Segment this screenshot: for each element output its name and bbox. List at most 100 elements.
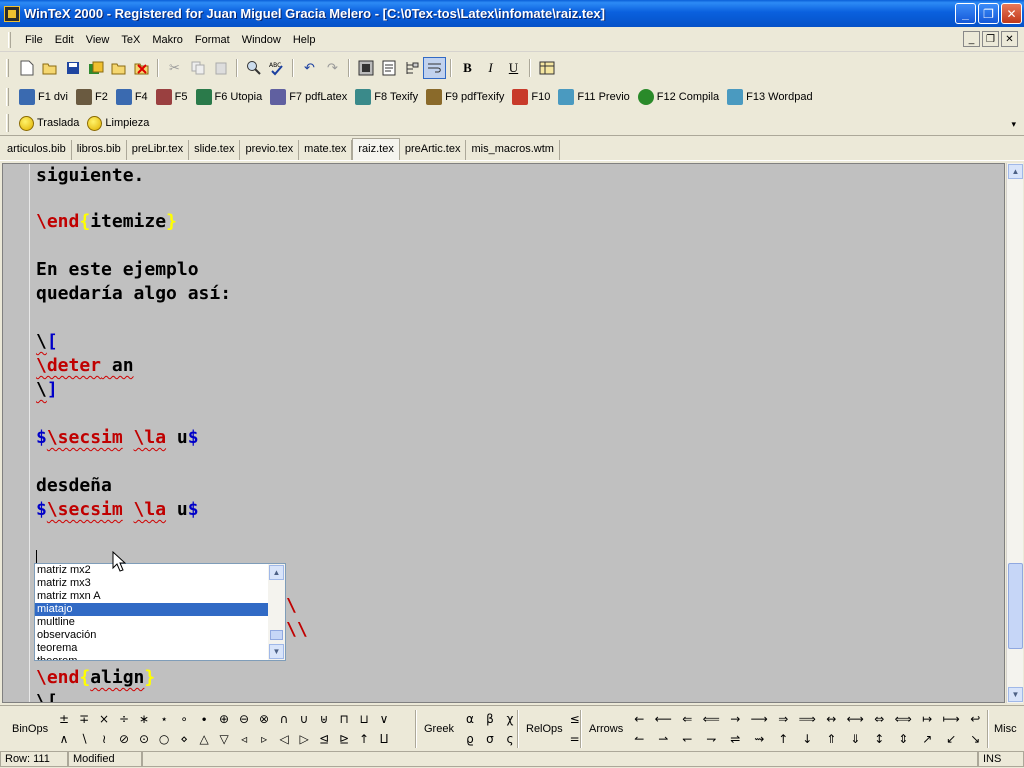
f8-texify-button[interactable]: F8 Texify xyxy=(351,86,422,108)
toolbar-grip[interactable] xyxy=(6,87,9,106)
arrow-symbol-button[interactable]: ⇑ xyxy=(821,729,841,749)
spellcheck-icon[interactable]: ABC xyxy=(265,57,288,79)
close-button[interactable]: ✕ xyxy=(1001,3,1022,24)
tab-preartic-tex[interactable]: preArtic.tex xyxy=(400,140,467,160)
doc-restore-button[interactable]: ❐ xyxy=(982,31,999,47)
binop-symbol-button[interactable]: ∖ xyxy=(74,729,94,749)
binop-symbol-button[interactable]: ± xyxy=(54,709,74,729)
binop-symbol-button[interactable]: ⊘ xyxy=(114,729,134,749)
arrow-symbol-button[interactable]: ⟵ xyxy=(653,709,673,729)
greek-label[interactable]: Greek xyxy=(418,723,460,735)
scrollbar-thumb[interactable] xyxy=(1008,563,1023,649)
word-wrap-icon[interactable] xyxy=(423,57,446,79)
binop-symbol-button[interactable]: ∗ xyxy=(134,709,154,729)
tab-prelibr-tex[interactable]: preLibr.tex xyxy=(127,140,190,160)
arrows-label[interactable]: Arrows xyxy=(583,723,629,735)
binop-symbol-button[interactable]: ○ xyxy=(154,729,174,749)
binop-symbol-button[interactable]: ◃ xyxy=(234,729,254,749)
menu-format[interactable]: Format xyxy=(189,32,236,48)
greek-symbol-button[interactable]: β xyxy=(480,709,500,729)
f10-button[interactable]: F10 xyxy=(508,86,554,108)
binop-symbol-button[interactable]: ⋆ xyxy=(154,709,174,729)
tab-slide-tex[interactable]: slide.tex xyxy=(189,140,241,160)
greek-symbol-button[interactable]: σ xyxy=(480,729,500,749)
arrow-symbol-button[interactable]: ⇝ xyxy=(749,729,769,749)
save-icon[interactable] xyxy=(61,57,84,79)
menu-window[interactable]: Window xyxy=(236,32,287,48)
f5-button[interactable]: F5 xyxy=(152,86,192,108)
arrow-symbol-button[interactable]: ⟺ xyxy=(893,709,913,729)
arrow-symbol-button[interactable]: ⟼ xyxy=(941,709,961,729)
binop-symbol-button[interactable]: △ xyxy=(194,729,214,749)
binop-symbol-button[interactable]: ▷ xyxy=(294,729,314,749)
menu-help[interactable]: Help xyxy=(287,32,322,48)
greek-symbol-button[interactable]: ϱ xyxy=(460,729,480,749)
autocomplete-list[interactable]: matriz mx2 matriz mx3 matriz mxn A miata… xyxy=(34,563,286,661)
menu-grip[interactable] xyxy=(8,31,11,48)
binop-symbol-button[interactable]: ⊎ xyxy=(314,709,334,729)
scroll-up-arrow-icon[interactable]: ▲ xyxy=(1008,164,1023,179)
binop-symbol-button[interactable]: ÷ xyxy=(114,709,134,729)
scroll-down-arrow-icon[interactable]: ▼ xyxy=(269,644,284,659)
macro-icon[interactable] xyxy=(354,57,377,79)
binop-symbol-button[interactable]: ⊙ xyxy=(134,729,154,749)
arrow-symbol-button[interactable]: ↑ xyxy=(773,729,793,749)
binop-symbol-button[interactable]: ◁ xyxy=(274,729,294,749)
list-item[interactable]: matriz mx2 xyxy=(35,564,269,577)
f7-pdflatex-button[interactable]: F7 pdfLatex xyxy=(266,86,351,108)
arrow-symbol-button[interactable]: ⇓ xyxy=(845,729,865,749)
minimize-button[interactable]: _ xyxy=(955,3,976,24)
binop-symbol-button[interactable]: ≀ xyxy=(94,729,114,749)
arrow-symbol-button[interactable]: ← xyxy=(629,709,649,729)
f1-dvi-button[interactable]: F1 dvi xyxy=(15,86,72,108)
new-file-icon[interactable] xyxy=(15,57,38,79)
arrow-symbol-button[interactable]: ↓ xyxy=(797,729,817,749)
list-item[interactable]: teorema xyxy=(35,642,269,655)
binop-symbol-button[interactable]: ⊗ xyxy=(254,709,274,729)
f2-button[interactable]: F2 xyxy=(72,86,112,108)
binop-symbol-button[interactable]: ▹ xyxy=(254,729,274,749)
doc-minimize-button[interactable]: _ xyxy=(963,31,980,47)
menu-view[interactable]: View xyxy=(80,32,116,48)
binop-symbol-button[interactable]: ⊖ xyxy=(234,709,254,729)
binop-symbol-button[interactable]: ↑ xyxy=(354,729,374,749)
arrow-symbol-button[interactable]: ⟸ xyxy=(701,709,721,729)
arrow-symbol-button[interactable]: ↗ xyxy=(917,729,937,749)
arrow-symbol-button[interactable]: ⟷ xyxy=(845,709,865,729)
f13-wordpad-button[interactable]: F13 Wordpad xyxy=(723,86,816,108)
paste-icon[interactable] xyxy=(209,57,232,79)
arrow-symbol-button[interactable]: ↽ xyxy=(677,729,697,749)
binop-symbol-button[interactable]: ⊔ xyxy=(354,709,374,729)
arrow-symbol-button[interactable]: ⟹ xyxy=(797,709,817,729)
toolbar-overflow-icon[interactable]: ▾ xyxy=(1011,119,1016,130)
arrow-symbol-button[interactable]: ⇌ xyxy=(725,729,745,749)
editor-vertical-scrollbar[interactable]: ▲ ▼ xyxy=(1006,163,1023,703)
scrollbar-thumb[interactable] xyxy=(270,630,283,640)
binop-symbol-button[interactable]: ⊕ xyxy=(214,709,234,729)
menu-file[interactable]: File xyxy=(19,32,49,48)
arrow-symbol-button[interactable]: ↕ xyxy=(869,729,889,749)
arrow-symbol-button[interactable]: ⇐ xyxy=(677,709,697,729)
traslada-button[interactable]: Traslada xyxy=(15,112,83,134)
wintex-app-icon[interactable] xyxy=(4,5,20,22)
relop-symbol-button[interactable]: ≤ xyxy=(569,709,581,729)
f4-button[interactable]: F4 xyxy=(112,86,152,108)
binop-symbol-button[interactable]: ⨿ xyxy=(374,729,394,749)
binop-symbol-button[interactable]: ∪ xyxy=(294,709,314,729)
list-item-selected[interactable]: miatajo xyxy=(35,603,269,616)
structure-icon[interactable] xyxy=(400,57,423,79)
f11-previo-button[interactable]: F11 Previo xyxy=(554,86,633,108)
tab-previo-tex[interactable]: previo.tex xyxy=(240,140,300,160)
underline-button[interactable]: U xyxy=(502,57,525,79)
open-folder-icon[interactable] xyxy=(38,57,61,79)
binop-symbol-button[interactable]: ⋄ xyxy=(174,729,194,749)
binop-symbol-button[interactable]: ⊵ xyxy=(334,729,354,749)
tab-articulos-bib[interactable]: articulos.bib xyxy=(2,140,72,160)
arrow-symbol-button[interactable]: ⇕ xyxy=(893,729,913,749)
arrow-symbol-button[interactable]: ⇔ xyxy=(869,709,889,729)
close-file-icon[interactable] xyxy=(130,57,153,79)
relops-label[interactable]: RelOps xyxy=(520,723,569,735)
list-item[interactable]: theorem xyxy=(35,655,269,660)
cut-icon[interactable]: ✂ xyxy=(163,57,186,79)
arrow-symbol-button[interactable]: ↔ xyxy=(821,709,841,729)
